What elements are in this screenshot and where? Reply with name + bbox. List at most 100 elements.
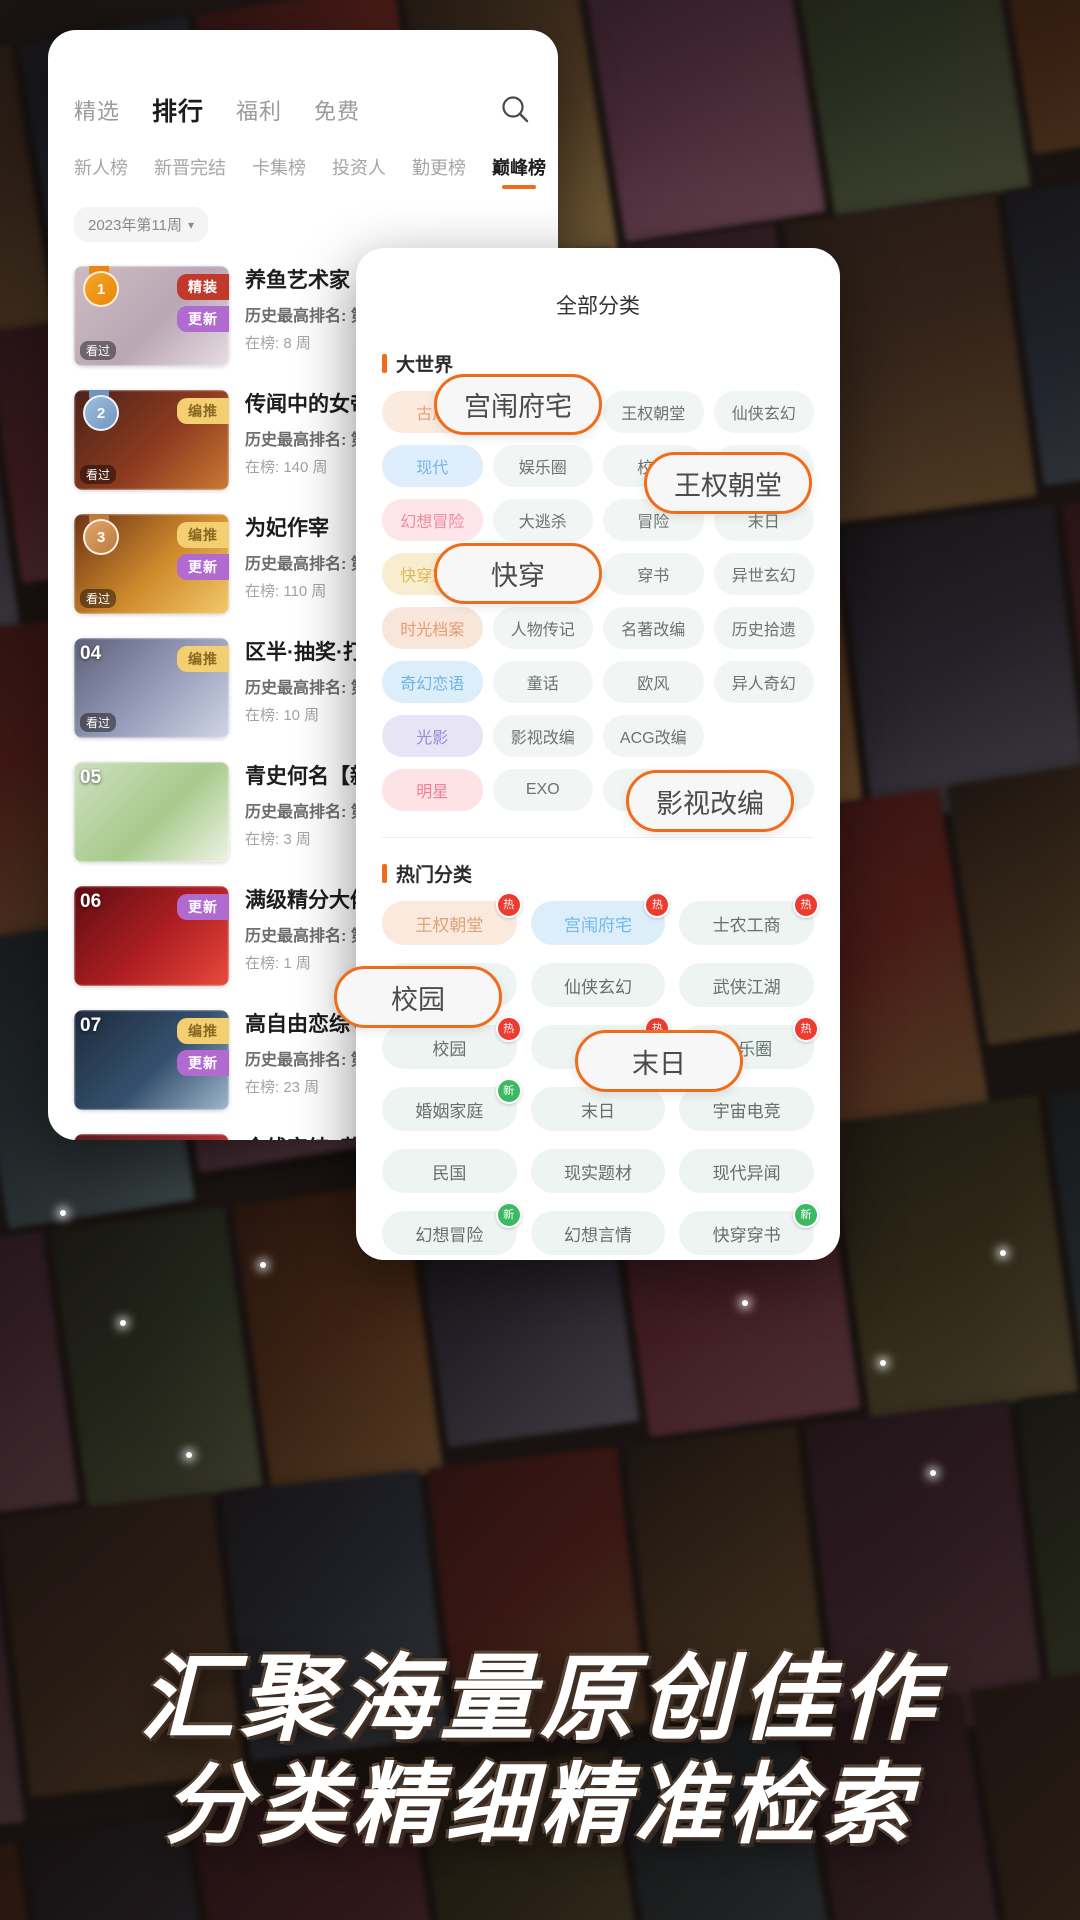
category-tag[interactable]: 影视改编 [492, 715, 593, 757]
hot-category-cell[interactable]: 末日 [530, 1087, 666, 1131]
sparkle-icon [742, 1300, 748, 1306]
sparkle-icon [60, 1210, 66, 1216]
hot-category-cell[interactable]: 校园热 [382, 1016, 522, 1069]
hot-category-cell[interactable]: 快穿穿书新 [679, 1202, 819, 1255]
hot-category-cell[interactable]: 王权朝堂热 [382, 892, 522, 945]
book-cover[interactable]: 04 编推 看过 [74, 638, 229, 738]
rank-number: 08 [80, 1139, 101, 1140]
seen-badge: 看过 [80, 465, 117, 484]
tab-paihang[interactable]: 排行 [152, 92, 204, 128]
slogan-line-1: 汇聚海量原创佳作 [139, 1645, 940, 1755]
hot-badge: 热 [793, 1016, 819, 1042]
week-selector[interactable]: 2023年第11周 ▾ [74, 207, 208, 242]
callout-wangquan[interactable]: 王权朝堂 [644, 452, 812, 514]
hot-category-cell[interactable]: 民国 [382, 1149, 517, 1193]
category-tag[interactable]: 王权朝堂 [603, 391, 704, 433]
status-badge: 精装 [177, 274, 229, 300]
book-cover[interactable]: 06 更新 [74, 886, 229, 986]
hot-category-cell[interactable]: 仙侠玄幻 [530, 963, 666, 1007]
book-cover[interactable]: 07 编推 更新 [74, 1010, 229, 1110]
sparkle-icon [880, 1360, 886, 1366]
hot-category-cell[interactable]: 幻想冒险新 [382, 1202, 522, 1255]
status-badge: 更新 [177, 306, 229, 332]
sidebar-item-touziren[interactable]: 投资人 [332, 154, 386, 189]
tab-fuli[interactable]: 福利 [236, 94, 282, 126]
hot-category-cell[interactable]: 幻想言情 [530, 1211, 666, 1255]
promo-slogan: 汇聚海量原创佳作 分类精细精准检索 [0, 1652, 1080, 1850]
hot-category-tag[interactable]: 末日 [530, 1087, 666, 1131]
category-tag[interactable]: 时光档案 [382, 607, 483, 649]
category-tag[interactable]: EXO [492, 769, 593, 811]
callout-kuaichuan[interactable]: 快穿 [434, 543, 602, 604]
search-icon[interactable] [498, 93, 532, 127]
status-badge: 编推 [177, 398, 229, 424]
sidebar-item-qingengbang[interactable]: 勤更榜 [412, 154, 466, 189]
book-cover[interactable]: 2 编推看过 [74, 390, 229, 490]
category-tag[interactable]: 童话 [492, 661, 593, 703]
badge-group: 编推 更新 [177, 522, 229, 580]
book-cover[interactable]: 08完结编推看过 [74, 1134, 229, 1140]
section-divider [382, 837, 814, 838]
callout-mori[interactable]: 末日 [575, 1030, 743, 1092]
hot-category-tag[interactable]: 武侠江湖 [679, 963, 814, 1007]
sidebar-item-xinjinwanjie[interactable]: 新晋完结 [154, 154, 226, 189]
callout-gongwei[interactable]: 宫闱府宅 [434, 374, 602, 435]
category-tag[interactable]: 人物传记 [492, 607, 593, 649]
category-tag[interactable]: 奇幻恋语 [382, 661, 483, 703]
section-accent-bar [382, 354, 387, 373]
callout-yingshi[interactable]: 影视改编 [626, 770, 794, 832]
hot-category-tag[interactable]: 仙侠玄幻 [530, 963, 666, 1007]
sparkle-icon [186, 1452, 192, 1458]
category-tag[interactable]: 大逃杀 [492, 499, 593, 541]
book-cover[interactable]: 3 编推 更新 看过 [74, 514, 229, 614]
category-tag[interactable]: 明星 [382, 769, 483, 811]
book-cover[interactable]: 1 精装 更新 看过 [74, 266, 229, 366]
callout-xiaoyuan[interactable]: 校园 [334, 966, 502, 1028]
category-tag[interactable]: 幻想冒险 [382, 499, 483, 541]
hot-category-cell[interactable]: 宫闱府宅热 [530, 892, 671, 945]
status-badge: 更新 [177, 1050, 229, 1076]
badge-group: 更新 [177, 894, 229, 920]
tab-jingxuan[interactable]: 精选 [74, 94, 120, 126]
medal-icon: 2 [82, 390, 119, 431]
hot-category-cell[interactable]: 婚姻家庭新 [382, 1078, 522, 1131]
hot-category-tag[interactable]: 幻想言情 [530, 1211, 666, 1255]
category-tag[interactable]: 娱乐圈 [492, 445, 593, 487]
sparkle-icon [120, 1320, 126, 1326]
category-tag[interactable]: 历史拾遗 [713, 607, 814, 649]
hot-category-cell[interactable]: 士农工商热 [679, 892, 819, 945]
sidebar-item-xinrenbang[interactable]: 新人榜 [74, 154, 128, 189]
hot-category-tag[interactable]: 宇宙电竞 [679, 1087, 814, 1131]
hot-category-cell[interactable]: 武侠江湖 [679, 963, 814, 1007]
category-tag[interactable]: 名著改编 [603, 607, 704, 649]
category-tag[interactable]: ACG改编 [603, 715, 704, 757]
status-badge: 更新 [177, 894, 229, 920]
sidebar-item-dianfengbang[interactable]: 巅峰榜 [492, 154, 546, 189]
category-tag[interactable]: 穿书 [603, 553, 704, 595]
rank-number: 06 [80, 891, 102, 912]
rank-number: 04 [80, 643, 102, 664]
category-tag[interactable]: 异人奇幻 [713, 661, 814, 703]
medal-icon: 1 [82, 266, 119, 307]
status-badge: 编推 [177, 1018, 229, 1044]
hot-category-cell[interactable]: 现代异闻 [679, 1149, 814, 1193]
hot-category-cell[interactable]: 宇宙电竞 [679, 1087, 814, 1131]
category-tag[interactable]: 光影 [382, 715, 483, 757]
sidebar-item-kajibang[interactable]: 卡集榜 [252, 154, 306, 189]
top-tab-bar: 精选 排行 福利 免费 [48, 30, 558, 128]
category-tag[interactable]: 欧风 [603, 661, 704, 703]
badge-group: 编推 [177, 398, 229, 424]
chevron-down-icon: ▾ [187, 217, 194, 232]
hot-category-tag[interactable]: 民国 [382, 1149, 517, 1193]
tab-mianfei[interactable]: 免费 [314, 94, 360, 126]
hot-category-tag[interactable]: 现代异闻 [679, 1149, 814, 1193]
hot-category-cell[interactable]: 现实题材 [530, 1149, 666, 1193]
sparkle-icon [930, 1470, 936, 1476]
category-tag[interactable]: 现代 [382, 445, 483, 487]
section-label-hot: 热门分类 [396, 865, 473, 886]
book-cover[interactable]: 05 [74, 762, 229, 862]
category-tag[interactable]: 异世玄幻 [713, 553, 814, 595]
hot-category-tag[interactable]: 现实题材 [530, 1149, 666, 1193]
sub-tab-bar: 新人榜 新晋完结 卡集榜 投资人 勤更榜 巅峰榜 [48, 128, 558, 189]
category-tag[interactable]: 仙侠玄幻 [713, 391, 814, 433]
